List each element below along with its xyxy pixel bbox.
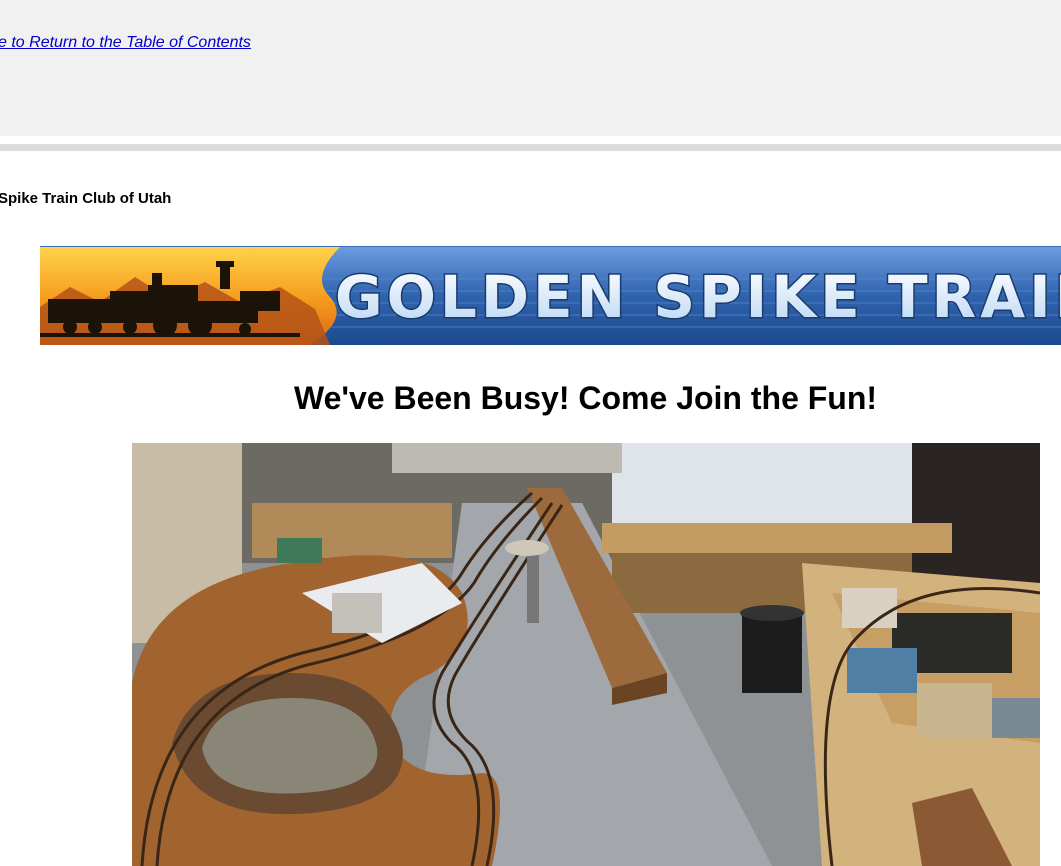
banner-text: GOLDEN SPIKE TRAIN CLU xyxy=(335,263,1061,331)
layout-photo xyxy=(132,443,1040,866)
top-bar: e to Return to the Table of Contents xyxy=(0,0,1061,136)
club-name: Spike Train Club of Utah xyxy=(0,190,172,207)
train-layout-image xyxy=(132,443,1040,866)
section-divider xyxy=(0,144,1061,151)
club-banner: GOLDEN SPIKE TRAIN CLU xyxy=(40,246,1061,345)
table-of-contents-link[interactable]: e to Return to the Table of Contents xyxy=(0,34,251,52)
page-headline: We've Been Busy! Come Join the Fun! xyxy=(293,380,878,416)
banner-graphic: GOLDEN SPIKE TRAIN CLU xyxy=(40,247,1061,345)
